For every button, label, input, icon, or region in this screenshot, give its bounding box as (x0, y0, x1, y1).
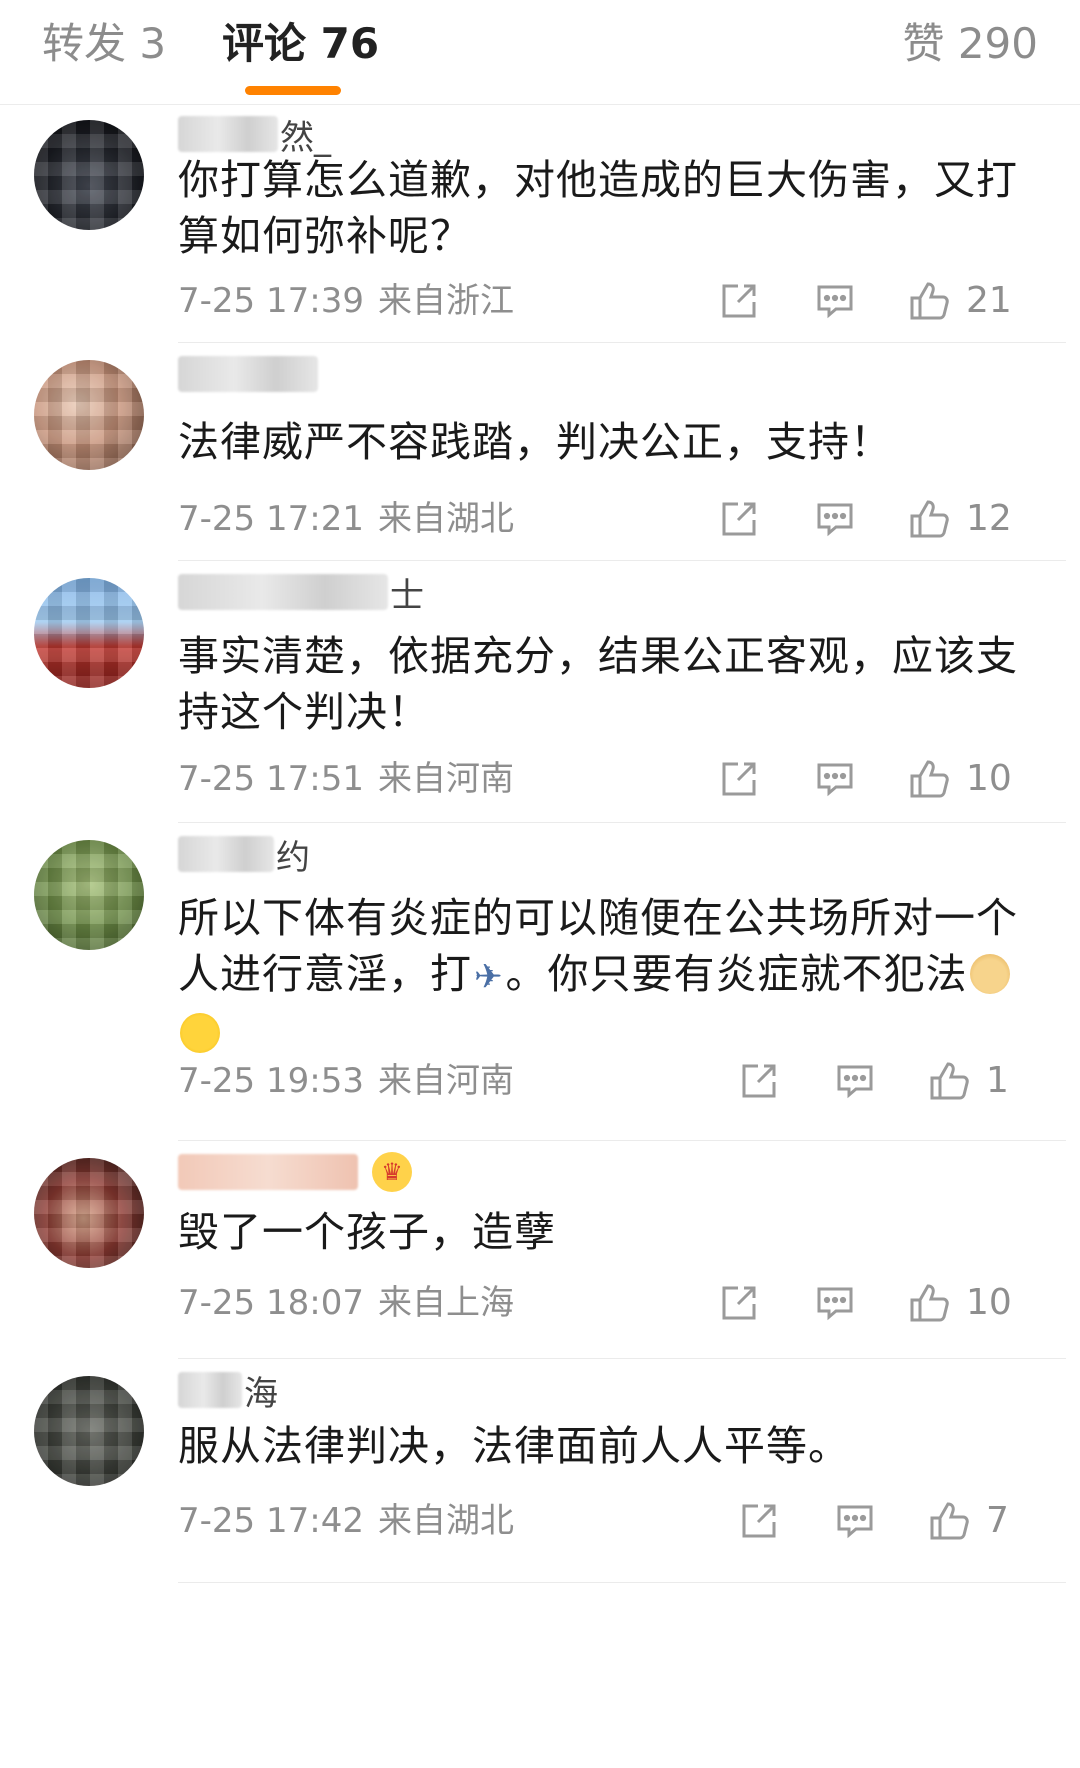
comment-icon[interactable] (814, 280, 856, 322)
thumbs-up-icon (910, 500, 949, 538)
active-tab-indicator (245, 86, 341, 95)
comment-item: ♛ 毁了一个孩子，造孽 7-25 18:07 来自上海 10 (0, 1142, 1080, 1360)
comment-text-part: 。你只要有炎症就不犯法 (505, 950, 968, 998)
avatar[interactable] (34, 360, 144, 470)
tab-comments[interactable]: 评论 76 (222, 14, 379, 74)
airplane-emoji-icon: ✈ (474, 957, 504, 997)
comment-item: 士 事实清楚，依据充分，结果公正客观，应该支持这个判决！ 7-25 17:51 来… (0, 562, 1080, 824)
share-icon[interactable] (718, 758, 760, 800)
thumbs-up-icon (930, 1062, 969, 1100)
like-button[interactable]: 21 (906, 276, 1012, 326)
thumbs-up-icon (930, 1502, 969, 1540)
crown-badge-icon: ♛ (372, 1152, 412, 1192)
comment-text: 服从法律判决，法律面前人人平等。 (178, 1422, 850, 1470)
comment-meta: 7-25 19:53 来自河南 1 (178, 1056, 1058, 1106)
avatar[interactable] (34, 578, 144, 688)
username-suffix: 海 (244, 1373, 278, 1414)
thumbs-up-icon (910, 282, 949, 320)
comment-timestamp: 7-25 17:42 来自湖北 (178, 1501, 514, 1541)
share-icon[interactable] (738, 1060, 780, 1102)
blurred-username (178, 1372, 242, 1408)
comment-timestamp: 7-25 17:39 来自浙江 (178, 281, 514, 321)
comment-text: 法律威严不容践踏，判决公正，支持！ (178, 418, 892, 466)
avatar[interactable] (34, 1158, 144, 1268)
divider (178, 1140, 1066, 1141)
comment-meta: 7-25 17:39 来自浙江 21 (178, 276, 1058, 326)
username-suffix: 约 (276, 837, 310, 878)
like-count: 10 (966, 758, 1012, 799)
avatar[interactable] (34, 840, 144, 950)
share-icon[interactable] (718, 280, 760, 322)
comment-item: 法律威严不容践踏，判决公正，支持！ 7-25 17:21 来自湖北 12 (0, 344, 1080, 562)
comment-location: 来自浙江 (377, 281, 514, 321)
comment-location: 来自湖北 (377, 499, 514, 539)
comment-timestamp: 7-25 18:07 来自上海 (178, 1283, 514, 1323)
comment-timestamp: 7-25 17:51 来自河南 (178, 759, 514, 799)
username[interactable]: 然_ (178, 112, 331, 158)
doge-emoji-icon (969, 954, 1010, 994)
comment-location: 来自河南 (377, 1061, 514, 1101)
comment-timestamp: 7-25 19:53 来自河南 (178, 1061, 514, 1101)
comment-icon[interactable] (814, 1282, 856, 1324)
comment-meta: 7-25 17:42 来自湖北 7 (178, 1496, 1058, 1546)
comment-timestamp: 7-25 17:21 来自湖北 (178, 499, 514, 539)
comment-location: 来自湖北 (377, 1501, 514, 1541)
username[interactable]: 士 (178, 570, 424, 616)
divider (178, 1582, 1066, 1583)
comment-tab-bar: 转发 3 评论 76 赞 290 (0, 0, 1080, 105)
comment-meta: 7-25 17:51 来自河南 10 (178, 754, 1058, 804)
share-icon[interactable] (718, 498, 760, 540)
like-button[interactable]: 7 (926, 1496, 1009, 1546)
comment-item: 约 所以下体有炎症的可以随便在公共场所对一个人进行意淫，打✈。你只要有炎症就不犯… (0, 824, 1080, 1142)
username[interactable]: 海 (178, 1368, 278, 1414)
username[interactable]: 约 (178, 832, 310, 878)
tab-repost[interactable]: 转发 3 (42, 14, 166, 74)
thumbs-up-icon (910, 1284, 949, 1322)
like-count: 7 (986, 1500, 1009, 1541)
like-button[interactable]: 1 (926, 1056, 1009, 1106)
comment-location: 来自河南 (377, 759, 514, 799)
comment-item: 然_ 你打算怎么道歉，对他造成的巨大伤害，又打算如何弥补呢？ 7-25 17:3… (0, 104, 1080, 344)
blurred-username (178, 1154, 358, 1190)
username-suffix: 士 (390, 575, 424, 616)
comment-icon[interactable] (814, 498, 856, 540)
like-count: 12 (966, 498, 1012, 539)
blurred-username (178, 116, 278, 152)
share-icon[interactable] (738, 1500, 780, 1542)
avatar[interactable] (34, 120, 144, 230)
comment-text: 事实清楚，依据充分，结果公正客观，应该支持这个判决！ (178, 632, 1018, 736)
like-count: 21 (966, 280, 1012, 321)
like-button[interactable]: 10 (906, 754, 1012, 804)
tab-likes[interactable]: 赞 290 (902, 14, 1038, 74)
divider (178, 560, 1066, 561)
blurred-username (178, 836, 274, 872)
comment-icon[interactable] (814, 758, 856, 800)
divider (178, 1358, 1066, 1359)
comment-text: 所以下体有炎症的可以随便在公共场所对一个人进行意淫，打✈。你只要有炎症就不犯法 (178, 890, 1048, 1061)
divider (178, 342, 1066, 343)
comment-meta: 7-25 18:07 来自上海 10 (178, 1278, 1058, 1328)
username[interactable] (178, 352, 318, 396)
comment-text: 毁了一个孩子，造孽 (178, 1208, 556, 1256)
like-count: 1 (986, 1060, 1009, 1101)
blurred-username (178, 574, 388, 610)
blurred-username (178, 356, 318, 392)
comment-location: 来自上海 (377, 1283, 514, 1323)
like-button[interactable]: 10 (906, 1278, 1012, 1328)
like-count: 10 (966, 1282, 1012, 1323)
username[interactable]: ♛ (178, 1150, 412, 1194)
divider (178, 822, 1066, 823)
share-icon[interactable] (718, 1282, 760, 1324)
comment-meta: 7-25 17:21 来自湖北 12 (178, 494, 1058, 544)
comment-icon[interactable] (834, 1500, 876, 1542)
comment-text: 你打算怎么道歉，对他造成的巨大伤害，又打算如何弥补呢？ (178, 156, 1018, 260)
avatar[interactable] (34, 1376, 144, 1486)
laugh-cry-emoji-icon (180, 1013, 220, 1053)
comment-item: 海 服从法律判决，法律面前人人平等。 7-25 17:42 来自湖北 7 (0, 1360, 1080, 1768)
comment-icon[interactable] (834, 1060, 876, 1102)
thumbs-up-icon (910, 760, 949, 798)
like-button[interactable]: 12 (906, 494, 1012, 544)
